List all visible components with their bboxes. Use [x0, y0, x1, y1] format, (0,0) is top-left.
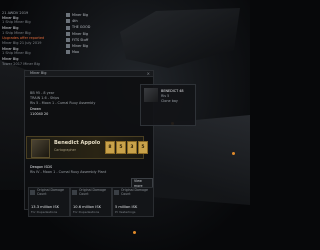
notification-body: Tower 2017 Miner Big: [2, 61, 40, 66]
owner-panel: BENEDICT 48 Ris 5 Clone bay: [140, 84, 196, 126]
slot[interactable]: 5: [116, 141, 126, 154]
stat-icon: [72, 190, 77, 195]
pilot-card[interactable]: Benedict Appolo Cartographer 8 5 3 5: [26, 136, 148, 159]
stat-value: 5 million ISK: [115, 205, 138, 209]
stat-value: 10.6 million ISK: [73, 205, 101, 209]
ship-silhouette: [140, 115, 250, 205]
notification-body: 1 Ship Miner Big: [2, 30, 31, 35]
owner-sub: Ris 5: [161, 94, 170, 98]
stat-card[interactable]: Original Damage Count 10.6 million ISK F…: [70, 187, 112, 217]
info-row: TRAIN 1.6 - Ships: [30, 96, 59, 100]
notification-item[interactable]: Miner Big Tower 2017 Miner Big: [2, 57, 62, 66]
item-icon: [66, 19, 70, 24]
stat-note: For Dupedestions: [31, 210, 58, 214]
notification-item[interactable]: Miner Big 1 Ship Miner Big: [2, 26, 62, 35]
close-icon[interactable]: ×: [147, 71, 150, 76]
side-list: Miner Big 4th THE GOOD Miner Big FITS St…: [66, 12, 102, 55]
item-icon: [66, 25, 70, 30]
location-row: Ris IV - Moon 1 - Cumal Ruuy Assembly Pl…: [30, 170, 106, 174]
owner-note: Clone bay: [161, 99, 178, 103]
notification-list: 21 AWDV 2019 Miner Big 1 Ship Miner Big …: [2, 11, 62, 67]
slot-group: 8 5 3 5: [105, 141, 148, 154]
location-detail: Ris IV - Moon 1 - Cumal Ruuy Assembly Pl…: [30, 170, 107, 174]
ship-silhouette: [120, 8, 240, 68]
side-list-label: Moo: [72, 50, 80, 55]
side-list-item[interactable]: Moo: [66, 49, 102, 55]
info-row: Ris 5 - Moon 1 - Cumal Ruuy Assembly: [30, 101, 95, 105]
info-label: Drawn: [30, 107, 42, 111]
slot[interactable]: 3: [127, 141, 137, 154]
stat-card[interactable]: Original Damage Count 5 million ISK Pr V…: [112, 187, 154, 217]
location-name: Deagon ISDS: [30, 165, 53, 169]
pilot-status: Cartographer: [54, 148, 77, 152]
stat-heading: Original Damage Count: [79, 188, 106, 196]
stat-note: For Dupedestions: [73, 210, 100, 214]
panel-title: Miner Big: [30, 71, 47, 75]
pilot-name: Benedict Appolo: [54, 140, 101, 146]
notification-item[interactable]: Miner Big 1 Ship Miner Big: [2, 47, 62, 56]
info-row: Drawn: [30, 107, 41, 111]
info-label: Ris 5 - Moon 1 - Cumal Ruuy Assembly: [30, 101, 96, 105]
avatar[interactable]: [144, 88, 158, 102]
pilot-avatar: [31, 139, 50, 158]
owner-row: BENEDICT 48: [161, 89, 184, 93]
notification-item[interactable]: Upgrades offer reported Miner Big 21 Jul…: [2, 36, 62, 45]
info-label: 110040 20: [30, 112, 49, 116]
info-label: TRAIN 1.6 - Ships: [30, 96, 60, 100]
stat-icon: [114, 190, 119, 195]
item-icon: [66, 37, 70, 42]
notification-body: Miner Big 21 July 2019: [2, 40, 42, 45]
stat-note: Pr Vesterlings: [115, 210, 136, 214]
notification-body: 1 Ship Miner Big: [2, 51, 31, 56]
slot[interactable]: 8: [105, 141, 115, 154]
orange-light: [133, 231, 136, 234]
owner-row: Clone bay: [161, 99, 178, 103]
stat-value: 13.3 million ISK: [31, 205, 59, 209]
notification-body: 1 Ship Miner Big: [2, 20, 31, 25]
owner-name: BENEDICT 48: [161, 89, 184, 93]
item-icon: [66, 50, 70, 55]
notification-item[interactable]: 21 AWDV 2019 Miner Big 1 Ship Miner Big: [2, 11, 62, 25]
info-row: 110040 20: [30, 112, 48, 116]
stat-heading: Original Damage Count: [121, 188, 148, 196]
item-icon: [66, 13, 70, 18]
owner-row: Ris 5: [161, 94, 169, 98]
slot[interactable]: 5: [138, 141, 148, 154]
item-icon: [66, 44, 70, 49]
stat-icon: [30, 190, 35, 195]
info-row: BB 95 - 8 year: [30, 91, 54, 95]
info-label: BB 95 - 8 year: [30, 91, 55, 95]
location-row: Deagon ISDS: [30, 165, 52, 169]
item-icon: [66, 31, 70, 36]
stat-card[interactable]: Original Damage Count 13.3 million ISK F…: [28, 187, 70, 217]
stat-heading: Original Damage Count: [37, 188, 64, 196]
orange-light: [232, 152, 235, 155]
